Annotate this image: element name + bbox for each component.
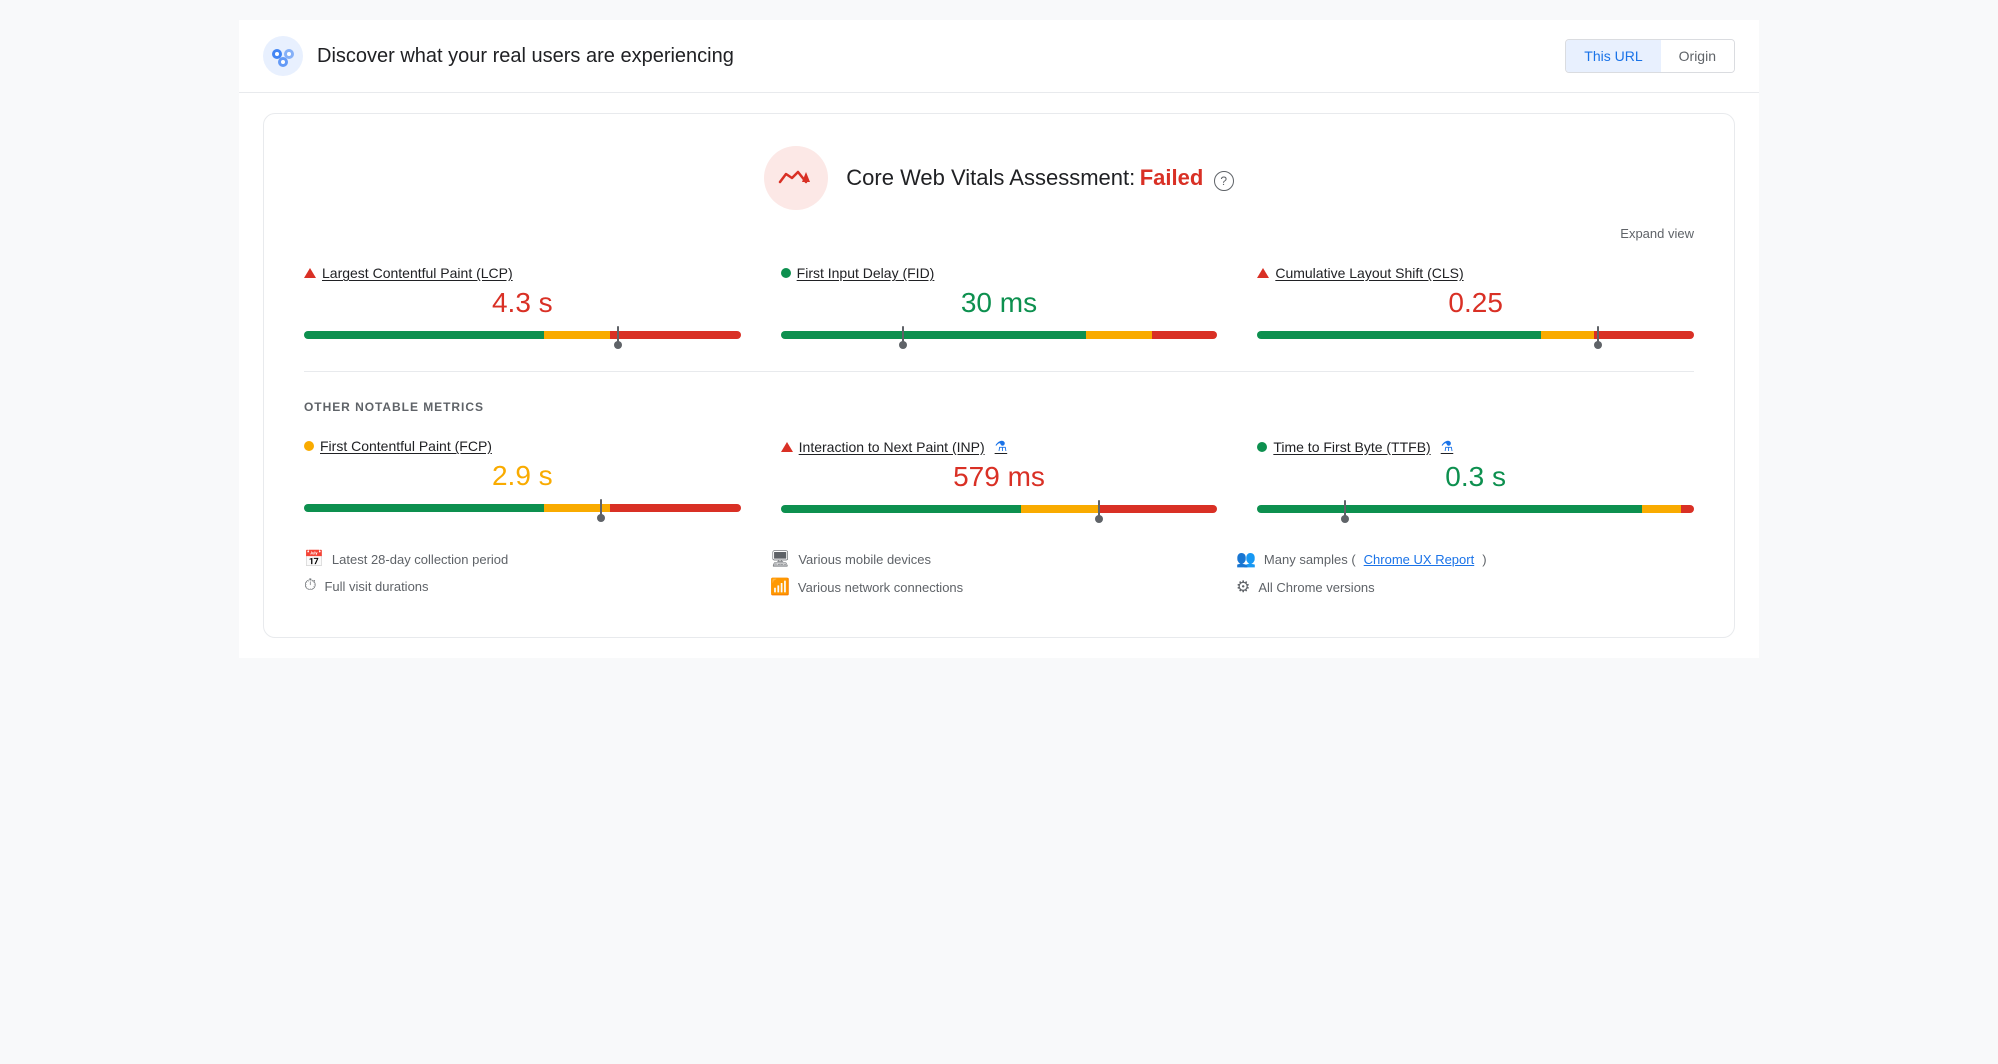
metric-label-text-ttfb: Time to First Byte (TTFB) (1273, 439, 1430, 455)
metric-value-inp: 579 ms (781, 461, 1218, 493)
metric-indicator-fid (781, 268, 791, 278)
footer-col-0: 📅 Latest 28-day collection period ⏱ Full vi… (304, 549, 762, 605)
this-url-button[interactable]: This URL (1566, 40, 1660, 72)
gauge-fid (781, 327, 1218, 343)
metric-label-ttfb[interactable]: Time to First Byte (TTFB) ⚗ (1257, 438, 1694, 455)
url-toggle: This URL Origin (1565, 39, 1735, 73)
gauge-lcp (304, 327, 741, 343)
metric-label-text-fcp: First Contentful Paint (FCP) (320, 438, 492, 454)
logo-icon (263, 36, 303, 76)
gauge-cls (1257, 327, 1694, 343)
footer-item-1-1: 📶 Various network connections (770, 577, 1228, 597)
metric-label-text-cls: Cumulative Layout Shift (CLS) (1275, 265, 1463, 281)
other-metrics-label: OTHER NOTABLE METRICS (304, 400, 1694, 414)
footer-icon-2-1: ⚙ (1236, 577, 1250, 597)
metric-label-cls[interactable]: Cumulative Layout Shift (CLS) (1257, 265, 1694, 281)
other-metrics-row: First Contentful Paint (FCP) 2.9 s Interac… (304, 438, 1694, 517)
footer-item-2-1: ⚙ All Chrome versions (1236, 577, 1694, 597)
metric-indicator-cls (1257, 268, 1269, 278)
footer-icon-1-0: 🖥 (770, 549, 790, 569)
footer-text-1-0: Various mobile devices (798, 552, 931, 567)
main-card: Core Web Vitals Assessment: Failed ? Exp… (263, 113, 1735, 638)
metric-value-lcp: 4.3 s (304, 287, 741, 319)
metric-value-fcp: 2.9 s (304, 460, 741, 492)
metric-fcp: First Contentful Paint (FCP) 2.9 s (304, 438, 741, 517)
metric-cls: Cumulative Layout Shift (CLS) 0.25 (1257, 265, 1694, 343)
footer-col-2: 👥 Many samples ( Chrome UX Report) ⚙ All Chr… (1236, 549, 1694, 605)
footer-text-0-1: Full visit durations (324, 579, 428, 594)
footer-text-2-0: Many samples ( (1264, 552, 1356, 567)
help-icon[interactable]: ? (1214, 171, 1234, 191)
failed-icon (778, 168, 814, 188)
metric-label-lcp[interactable]: Largest Contentful Paint (LCP) (304, 265, 741, 281)
expand-view[interactable]: Expand view (304, 226, 1694, 241)
metric-label-fcp[interactable]: First Contentful Paint (FCP) (304, 438, 741, 454)
footer-icon-0-1: ⏱ (304, 577, 316, 595)
metric-label-fid[interactable]: First Input Delay (FID) (781, 265, 1218, 281)
metric-indicator-inp (781, 442, 793, 452)
flask-icon-ttfb: ⚗ (1441, 438, 1454, 455)
assessment-status: Failed (1140, 165, 1204, 190)
gauge-ttfb (1257, 501, 1694, 517)
gauge-fcp (304, 500, 741, 516)
flask-icon-inp: ⚗ (995, 438, 1008, 455)
metric-inp: Interaction to Next Paint (INP) ⚗ 579 ms (781, 438, 1218, 517)
footer-text-2-1: All Chrome versions (1258, 580, 1374, 595)
metric-indicator-lcp (304, 268, 316, 278)
footer-icon-0-0: 📅 (304, 549, 324, 569)
footer-text-1-1: Various network connections (798, 580, 963, 595)
page-wrapper: Discover what your real users are experi… (239, 20, 1759, 658)
metric-ttfb: Time to First Byte (TTFB) ⚗ 0.3 s (1257, 438, 1694, 517)
metric-indicator-fcp (304, 441, 314, 451)
gauge-inp (781, 501, 1218, 517)
metric-lcp: Largest Contentful Paint (LCP) 4.3 s (304, 265, 741, 343)
metric-value-fid: 30 ms (781, 287, 1218, 319)
core-metrics-row: Largest Contentful Paint (LCP) 4.3 s First… (304, 265, 1694, 343)
footer-item-0-0: 📅 Latest 28-day collection period (304, 549, 762, 569)
assessment-title: Core Web Vitals Assessment: (846, 165, 1135, 190)
footer-icon-2-0: 👥 (1236, 549, 1256, 569)
footer-item-1-0: 🖥 Various mobile devices (770, 549, 1228, 569)
metric-fid: First Input Delay (FID) 30 ms (781, 265, 1218, 343)
footer-icon-1-1: 📶 (770, 577, 790, 597)
footer-text-after-2-0: ) (1482, 552, 1486, 567)
section-divider (304, 371, 1694, 372)
footer-item-0-1: ⏱ Full visit durations (304, 577, 762, 595)
footer-item-2-0: 👥 Many samples ( Chrome UX Report) (1236, 549, 1694, 569)
metric-value-ttfb: 0.3 s (1257, 461, 1694, 493)
metric-label-inp[interactable]: Interaction to Next Paint (INP) ⚗ (781, 438, 1218, 455)
assessment-header: Core Web Vitals Assessment: Failed ? (304, 146, 1694, 210)
header-left: Discover what your real users are experi… (263, 36, 734, 76)
metric-label-text-lcp: Largest Contentful Paint (LCP) (322, 265, 513, 281)
footer-col-1: 🖥 Various mobile devices 📶 Various network … (770, 549, 1228, 605)
footer-info: 📅 Latest 28-day collection period ⏱ Full vi… (304, 549, 1694, 605)
assessment-title-group: Core Web Vitals Assessment: Failed ? (846, 165, 1233, 191)
metric-label-text-inp: Interaction to Next Paint (INP) (799, 439, 985, 455)
footer-text-0-0: Latest 28-day collection period (332, 552, 508, 567)
footer-link-2-0[interactable]: Chrome UX Report (1364, 552, 1475, 567)
metric-value-cls: 0.25 (1257, 287, 1694, 319)
metric-label-text-fid: First Input Delay (FID) (797, 265, 935, 281)
assessment-icon (764, 146, 828, 210)
metric-indicator-ttfb (1257, 442, 1267, 452)
header: Discover what your real users are experi… (239, 20, 1759, 93)
header-title: Discover what your real users are experi… (317, 45, 734, 68)
origin-button[interactable]: Origin (1661, 40, 1734, 72)
